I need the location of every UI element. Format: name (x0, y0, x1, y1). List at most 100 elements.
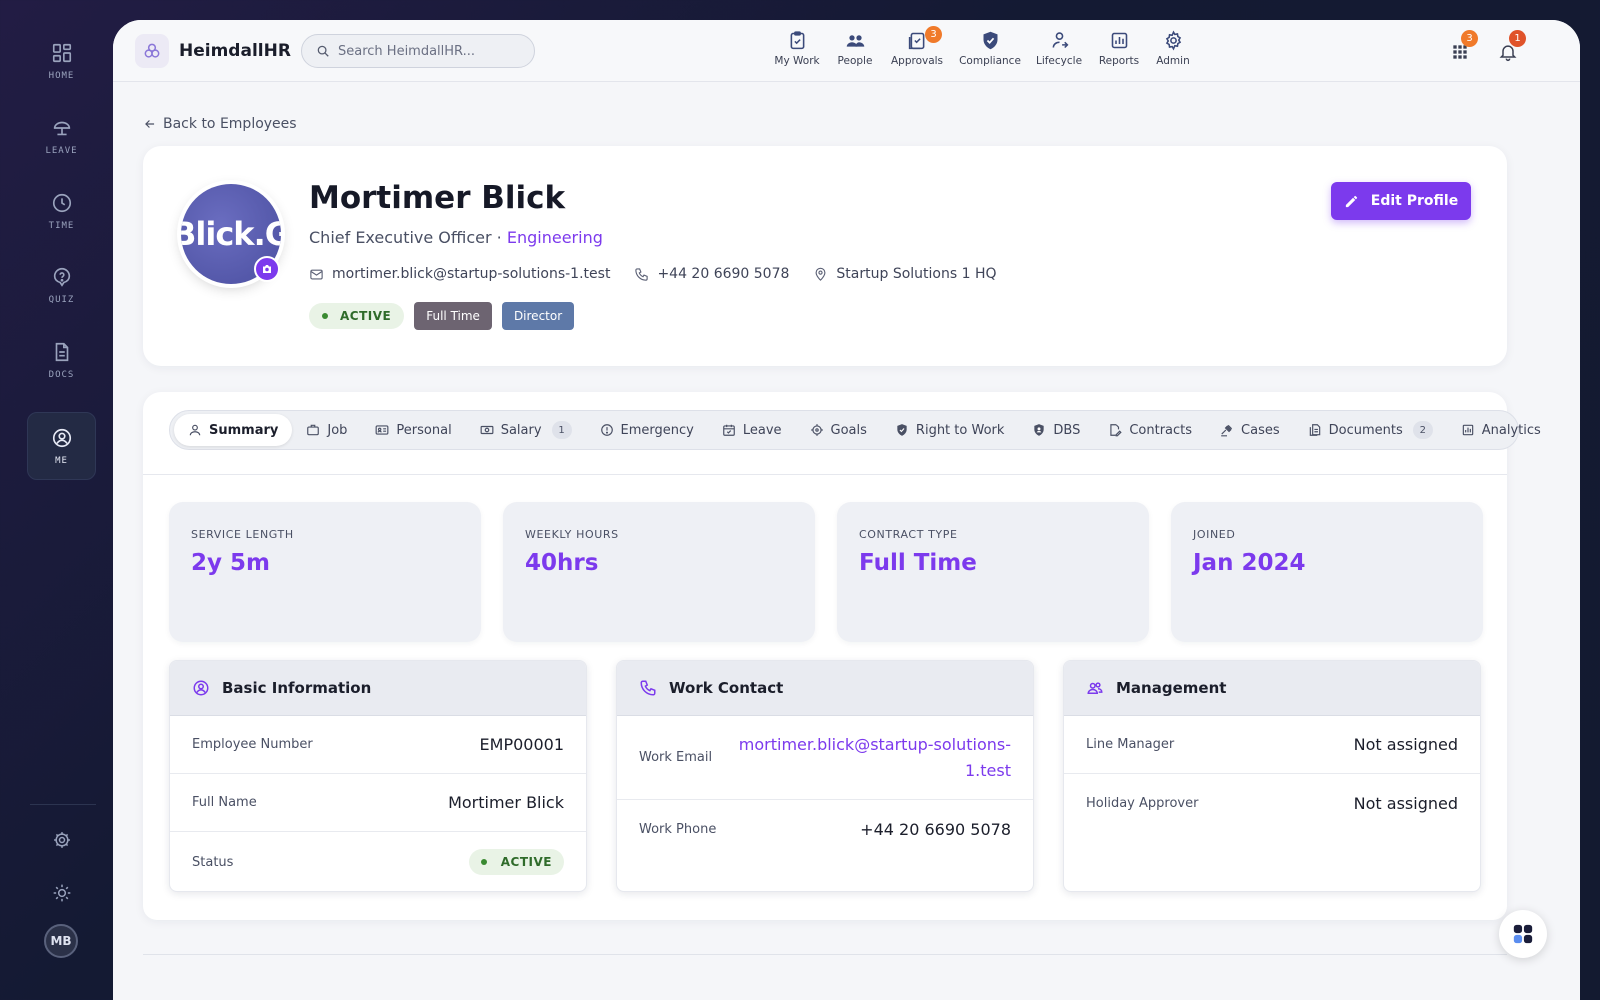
tab-cases[interactable]: Cases (1206, 414, 1294, 446)
info-row: Employee Number EMP00001 (170, 716, 586, 774)
gear-icon (54, 832, 70, 848)
profile-phone[interactable]: +44 20 6690 5078 (634, 266, 789, 282)
tab-personal[interactable]: Personal (361, 414, 465, 446)
sidebar-item-leave[interactable]: LEAVE (27, 102, 96, 170)
tab-label: Salary (500, 422, 542, 438)
tab-label: Contracts (1129, 422, 1193, 438)
brand[interactable]: HeimdallHR (135, 34, 291, 68)
profile-card: Blick.G Mortimer Blick Chief Executive O… (143, 146, 1507, 366)
sidebar-item-label: HOME (48, 70, 75, 81)
grid-icon (52, 43, 71, 62)
nav-label: People (837, 55, 873, 67)
camera-icon (263, 265, 271, 273)
sidebar-item-label: ME (55, 455, 68, 466)
tab-label: Analytics (1481, 422, 1541, 438)
tab-contracts[interactable]: Contracts (1094, 414, 1206, 446)
sidebar-item-label: DOCS (48, 369, 75, 380)
work-email-link[interactable]: mortimer.blick@startup-solutions- 1.test (739, 732, 1011, 784)
tab-right-to-work[interactable]: Right to Work (881, 414, 1018, 446)
document-icon (55, 342, 68, 361)
widgets-icon (1513, 924, 1533, 944)
search-box[interactable] (301, 34, 535, 68)
sidebar-item-time[interactable]: TIME (27, 177, 96, 245)
stat-label: CONTRACT TYPE (859, 528, 958, 541)
tab-summary[interactable]: Summary (174, 414, 293, 446)
profile-badges: ACTIVE Full Time Director (309, 302, 575, 330)
tab-label: DBS (1053, 422, 1081, 438)
profile-content: Summary Job Personal Salary 1 Emergency (143, 392, 1541, 920)
nav-label: My Work (774, 55, 820, 67)
row-key: Work Email (639, 750, 713, 765)
stat-joined: JOINED Jan 2024 (1171, 502, 1483, 642)
edit-profile-button[interactable]: Edit Profile (1331, 182, 1471, 220)
approvals-badge: 3 (925, 26, 942, 43)
contract-icon (1110, 424, 1123, 437)
status-dot (480, 859, 487, 865)
settings-button[interactable] (44, 822, 80, 858)
row-key: Line Manager (1086, 737, 1175, 752)
tab-emergency[interactable]: Emergency (586, 414, 708, 446)
row-value: +44 20 6690 5078 (860, 819, 1011, 839)
basic-information-card: Basic Information Employee Number EMP000… (169, 660, 587, 892)
change-photo-button[interactable] (254, 256, 280, 282)
nav-label: Compliance (959, 55, 1021, 67)
umbrella-icon (53, 121, 70, 135)
info-row: Status ACTIVE (170, 832, 586, 891)
people-icon (846, 35, 864, 47)
sidebar-item-label: LEAVE (45, 145, 78, 156)
tab-label: Leave (742, 422, 782, 438)
row-key: Holiday Approver (1086, 795, 1199, 811)
profile-tabs: Summary Job Personal Salary 1 Emergency (169, 410, 1541, 450)
tab-job[interactable]: Job (292, 414, 361, 446)
bottom-divider (143, 954, 1507, 955)
location-pin-icon (815, 267, 826, 281)
sidebar-item-docs[interactable]: DOCS (27, 326, 96, 394)
sidebar-item-me[interactable]: ME (27, 412, 96, 480)
notifications-button[interactable]: 1 (1496, 30, 1526, 64)
apps-button[interactable]: 3 (1448, 30, 1478, 64)
nav-admin[interactable]: Admin (1135, 30, 1211, 67)
stat-contract-type: CONTRACT TYPE Full Time (837, 502, 1149, 642)
widget-launcher-button[interactable] (1499, 910, 1547, 958)
employment-type-tag: Full Time (414, 302, 492, 330)
card-title: Management (1116, 679, 1227, 697)
search-input[interactable] (338, 43, 518, 59)
tab-salary[interactable]: Salary 1 (466, 414, 586, 446)
status-badge: ACTIVE (309, 303, 405, 329)
user-icon (189, 424, 201, 436)
tab-goals[interactable]: Goals (796, 414, 881, 446)
id-card-icon (376, 425, 389, 435)
profile-email[interactable]: mortimer.blick@startup-solutions-1.test (309, 266, 610, 282)
card-title: Work Contact (669, 679, 784, 697)
stat-service-length: SERVICE LENGTH 2y 5m (169, 502, 481, 642)
back-to-employees-link[interactable]: Back to Employees (143, 116, 297, 132)
brand-name: HeimdallHR (179, 41, 291, 61)
analytics-icon (1462, 424, 1474, 436)
department-link[interactable]: Engineering (507, 228, 603, 247)
tab-documents[interactable]: Documents 2 (1294, 414, 1447, 446)
target-icon (810, 424, 823, 436)
user-circle-icon (52, 428, 71, 447)
tab-leave[interactable]: Leave (708, 414, 796, 446)
tab-label: Cases (1241, 422, 1280, 438)
email-line: mortimer.blick@startup-solutions- (738, 734, 1011, 754)
apps-badge: 3 (1461, 30, 1478, 47)
user-avatar[interactable]: MB (44, 924, 78, 958)
sidebar-item-home[interactable]: HOME (27, 27, 96, 95)
theme-toggle-button[interactable] (44, 875, 80, 911)
phone-icon (635, 267, 649, 281)
nav-compliance[interactable]: Compliance (952, 30, 1028, 67)
tab-divider (143, 474, 1507, 475)
nav-approvals[interactable]: 3 Approvals (879, 26, 955, 67)
tab-analytics[interactable]: Analytics (1447, 414, 1555, 446)
sidebar-item-quiz[interactable]: QUIZ (27, 251, 96, 319)
avatar-text: Blick.G (181, 215, 281, 253)
work-contact-card: Work Contact Work Email mortimer.blick@s… (616, 660, 1034, 892)
status-dot (322, 313, 328, 319)
tab-dbs[interactable]: DBS (1018, 414, 1094, 446)
cash-icon (480, 425, 494, 435)
card-header: Basic Information (170, 661, 586, 716)
row-key: Work Phone (639, 821, 717, 837)
role-level-tag: Director (501, 302, 575, 330)
status-text: ACTIVE (340, 309, 392, 323)
